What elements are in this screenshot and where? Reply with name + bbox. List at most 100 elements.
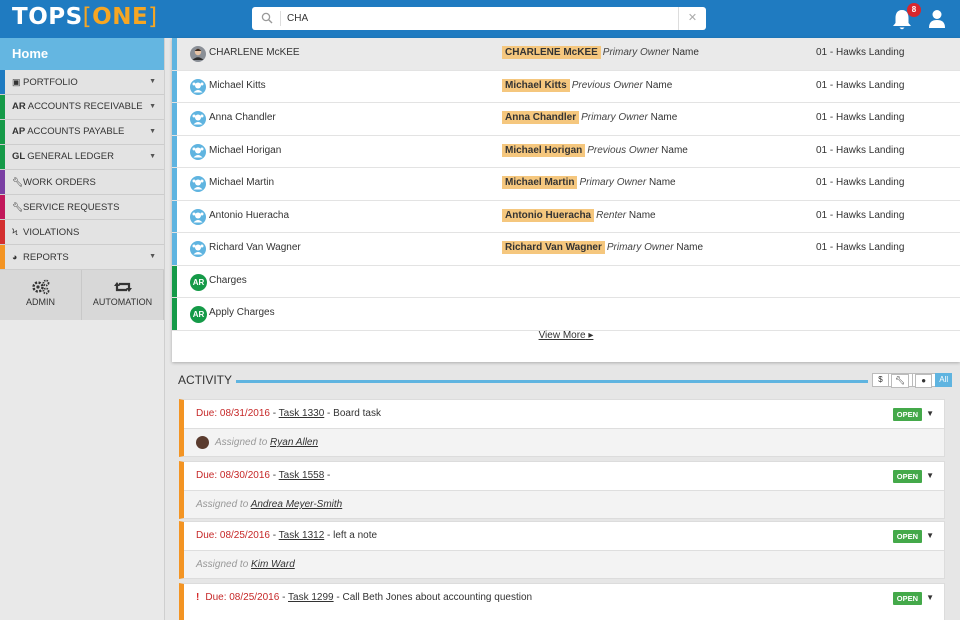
sidebar-item-general-ledger[interactable]: GL GENERAL LEDGER ▼	[0, 145, 164, 170]
caret-down-icon[interactable]: ▼	[149, 95, 156, 119]
app-logo[interactable]: TOPS[ONE]	[12, 4, 158, 30]
result-stripe	[172, 70, 177, 102]
sidebar-item-work-orders[interactable]: 🔧︎WORK ORDERS	[0, 170, 164, 195]
caret-down-icon[interactable]: ▼	[149, 145, 156, 169]
caret-down-icon[interactable]: ▼	[926, 400, 934, 428]
search-input[interactable]	[287, 10, 667, 27]
result-association: 01 - Hawks Landing	[816, 112, 905, 123]
filter-wrench[interactable]: 🔧︎	[888, 373, 914, 388]
search-result-ar-item[interactable]: AR Charges	[172, 265, 960, 298]
bolt-icon: ϟ	[12, 227, 18, 237]
sidebar-item-stripe	[0, 170, 5, 194]
caret-down-icon[interactable]: ▼	[149, 245, 156, 269]
result-match: Antonio Hueracha Renter Name	[502, 208, 656, 222]
search-result-row[interactable]: Antonio Hueracha Antonio Hueracha Renter N…	[172, 200, 960, 233]
wrench-icon: 🔧︎	[891, 374, 910, 388]
match-highlight: Michael Horigan	[502, 143, 586, 157]
search-result-row[interactable]: Anna Chandler Anna Chandler Primary Owner …	[172, 103, 960, 136]
result-name: Anna Chandler	[209, 112, 276, 123]
logo-bracket-open: [	[82, 4, 93, 30]
top-bar: TOPS[ONE] ✕ 8	[0, 0, 960, 38]
match-field: Name	[650, 112, 678, 123]
status-badge[interactable]: OPEN	[892, 408, 922, 421]
admin-tile[interactable]: ADMIN	[0, 270, 82, 320]
caret-down-icon[interactable]: ▼	[926, 584, 934, 612]
sidebar-item-label: ACCOUNTS PAYABLE	[27, 126, 125, 137]
status-badge[interactable]: OPEN	[892, 592, 922, 605]
search-divider	[280, 11, 281, 26]
task-description: - Call Beth Jones about accounting quest…	[333, 592, 533, 603]
match-field: Name	[676, 242, 704, 253]
result-match: Michael Horigan Previous Owner Name	[502, 143, 688, 157]
search-result-row[interactable]: CHARLENE McKEE CHARLENE McKEE Primary Owne…	[172, 38, 960, 71]
sidebar-item-accounts-receivable[interactable]: AR ACCOUNTS RECEIVABLE ▼	[0, 95, 164, 120]
caret-down-icon[interactable]: ▼	[926, 522, 934, 550]
caret-right-icon: ▸	[585, 330, 594, 341]
match-highlight: Anna Chandler	[502, 111, 580, 124]
filter-all[interactable]: All	[935, 373, 953, 387]
sidebar-item-accounts-payable[interactable]: AP ACCOUNTS PAYABLE ▼	[0, 120, 164, 145]
result-stripe	[172, 135, 177, 167]
logo-product: ONE	[92, 4, 149, 30]
match-highlight: Michael Kitts	[502, 78, 570, 92]
assigned-label: Assigned to	[215, 437, 268, 448]
sidebar-home[interactable]: Home	[0, 38, 164, 70]
match-field: Name	[628, 209, 656, 221]
filter-comment[interactable]: ●	[912, 373, 937, 388]
sidebar-item-stripe	[0, 95, 5, 119]
task-link[interactable]: Task 1558	[279, 470, 325, 481]
person-icon	[190, 78, 206, 95]
sidebar-item-portfolio[interactable]: ▣ PORTFOLIO ▼	[0, 70, 164, 95]
search-result-row[interactable]: Richard Van Wagner Richard Van Wagner Prim…	[172, 233, 960, 266]
match-field: Name	[672, 47, 699, 58]
result-name: Michael Kitts	[209, 79, 266, 91]
activity-task: Due: 08/30/2016 - Task 1558 - OPEN ▼ Assign…	[179, 461, 945, 519]
automation-tile[interactable]: AUTOMATION	[82, 270, 164, 320]
status-badge[interactable]: OPEN	[892, 530, 922, 543]
search-result-row[interactable]: Michael Horigan Michael Horigan Previous O…	[172, 135, 960, 168]
sidebar-item-violations[interactable]: ϟ VIOLATIONS	[0, 220, 164, 245]
sidebar-item-stripe	[0, 220, 5, 244]
sidebar-item-abbr: GL	[12, 151, 26, 162]
task-due-date: Due: 08/30/2016	[196, 470, 270, 481]
person-icon	[190, 176, 206, 192]
match-highlight: Richard Van Wagner	[502, 241, 605, 254]
wrench-icon: 🔧︎	[12, 202, 24, 212]
activity-title: ACTIVITY	[178, 373, 233, 387]
match-role: Previous Owner	[571, 79, 643, 91]
caret-down-icon[interactable]: ▼	[149, 120, 156, 144]
search-result-row[interactable]: Michael Kitts Michael Kitts Previous Owner…	[172, 70, 960, 103]
result-match: Michael Martin Primary Owner Name	[502, 176, 676, 189]
sidebar-item-service-requests[interactable]: 🔧︎SERVICE REQUESTS	[0, 195, 164, 220]
match-role: Primary Owner	[581, 112, 648, 123]
filter-dollar[interactable]: $	[872, 373, 889, 387]
sidebar-item-reports[interactable]: ◕ REPORTS ▼	[0, 245, 164, 270]
assignee-link[interactable]: Kim Ward	[251, 559, 295, 570]
close-icon[interactable]: ✕	[678, 7, 706, 30]
assignee-link[interactable]: Andrea Meyer-Smith	[251, 499, 343, 510]
activity-task: Due: 08/25/2016 - Task 1312 - left a not…	[179, 521, 945, 579]
match-role: Primary Owner	[579, 177, 647, 188]
sidebar-item-label: REPORTS	[23, 252, 69, 263]
match-highlight: Michael Martin	[502, 176, 578, 189]
caret-down-icon[interactable]: ▼	[926, 462, 934, 490]
activity-task: Due: 08/31/2016 - Task 1330 - Board task…	[179, 399, 945, 457]
caret-down-icon[interactable]: ▼	[149, 70, 156, 94]
task-separator: -	[279, 592, 289, 603]
match-role: Primary Owner	[606, 242, 674, 253]
status-badge[interactable]: OPEN	[892, 470, 922, 483]
user-icon[interactable]	[928, 9, 946, 29]
ar-badge: AR	[190, 306, 207, 323]
task-link[interactable]: Task 1330	[279, 408, 325, 419]
task-link[interactable]: Task 1312	[279, 530, 325, 541]
view-more-link[interactable]: View More ▸	[172, 330, 960, 341]
global-search: ✕	[252, 7, 706, 30]
result-stripe	[172, 233, 177, 265]
result-stripe	[172, 298, 177, 330]
search-result-row[interactable]: Michael Martin Michael Martin Primary Owne…	[172, 168, 960, 201]
task-link[interactable]: Task 1299	[288, 592, 334, 603]
assignee-link[interactable]: Ryan Allen	[270, 437, 318, 448]
search-result-ar-item[interactable]: AR Apply Charges	[172, 298, 960, 331]
ar-badge: AR	[190, 273, 207, 291]
gears-icon	[31, 279, 49, 295]
